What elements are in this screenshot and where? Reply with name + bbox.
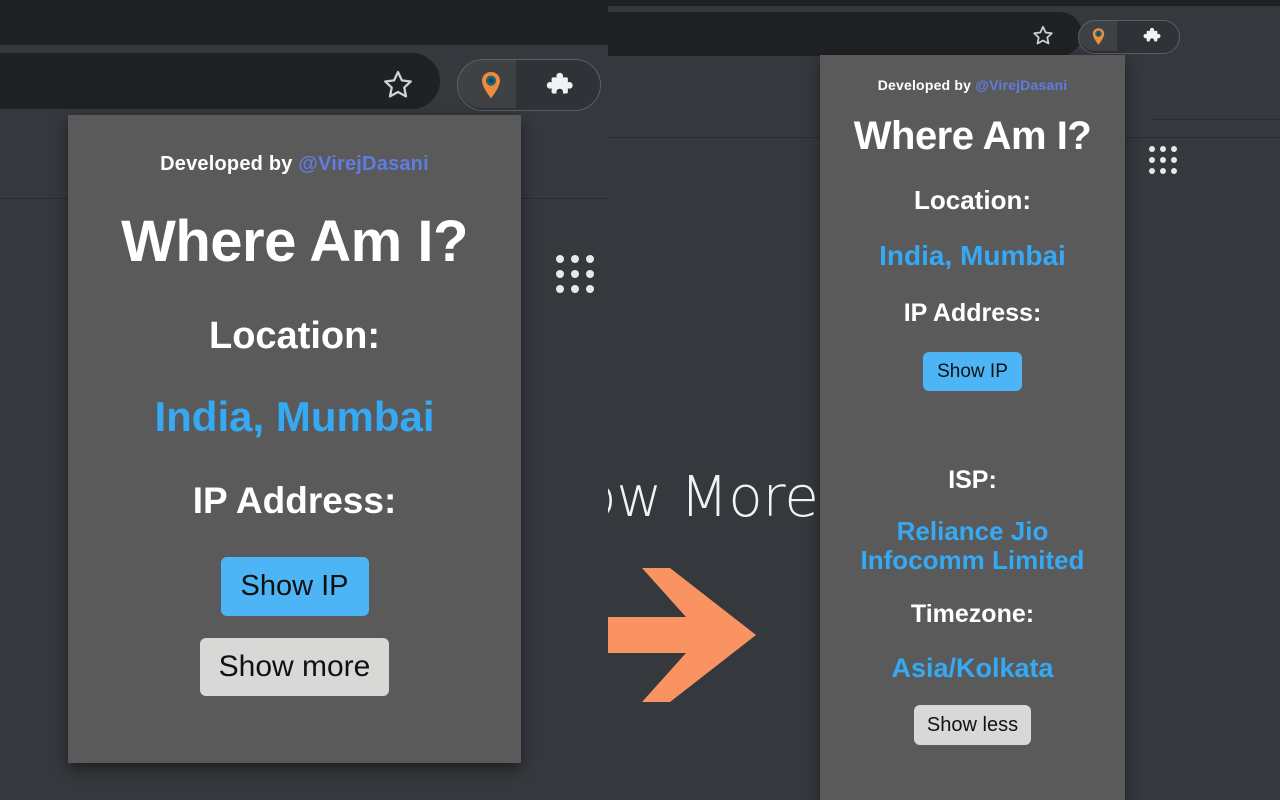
left-ip-label: IP Address: <box>192 480 397 522</box>
right-developer-handle-link[interactable]: @VirejDasani <box>975 77 1067 93</box>
right-window-toolbar <box>608 6 1280 60</box>
right-location-label: Location: <box>914 185 1031 215</box>
right-extension-popup: Developed by @VirejDasani Where Am I? Lo… <box>820 55 1125 800</box>
star-icon[interactable] <box>1032 24 1054 46</box>
apps-grid-icon[interactable] <box>1149 146 1177 174</box>
right-address-bar[interactable] <box>608 12 1082 56</box>
right-timezone-label: Timezone: <box>910 599 1035 628</box>
left-developed-by-prefix: Developed by <box>160 153 293 175</box>
puzzle-piece-icon[interactable] <box>1143 26 1164 47</box>
left-window-titlebar <box>0 0 608 45</box>
puzzle-piece-icon[interactable] <box>546 70 578 102</box>
right-developed-by: Developed by @VirejDasani <box>820 77 1125 93</box>
right-developed-by-prefix: Developed by <box>877 77 972 93</box>
left-toggle-details-button[interactable]: Show more <box>199 638 390 697</box>
right-popup-title: Where Am I? <box>853 114 1092 158</box>
left-window-toolbar <box>0 45 608 115</box>
star-icon[interactable] <box>382 68 414 100</box>
left-extension-popup: Developed by @VirejDasani Where Am I? Lo… <box>68 115 521 763</box>
right-ip-label: IP Address: <box>903 299 1042 328</box>
left-developed-by: Developed by @VirejDasani <box>68 153 521 176</box>
left-show-ip-button[interactable]: Show IP <box>220 557 369 617</box>
arrow-right-icon <box>590 560 760 710</box>
right-isp-value: Reliance Jio Infocomm Limited <box>860 516 1085 576</box>
right-location-value: India, Mumbai <box>879 240 1066 271</box>
location-pin-icon[interactable] <box>1089 27 1108 46</box>
right-show-ip-button[interactable]: Show IP <box>923 352 1022 392</box>
right-toggle-details-button[interactable]: Show less <box>913 704 1032 745</box>
left-location-value: India, Mumbai <box>154 393 435 440</box>
left-location-label: Location: <box>209 315 380 357</box>
right-timezone-value: Asia/Kolkata <box>891 652 1054 683</box>
right-page-divider-top <box>1152 119 1280 120</box>
location-pin-icon[interactable] <box>476 70 506 100</box>
left-address-bar[interactable] <box>0 53 440 109</box>
screenshot-canvas: Developed by @VirejDasani Where Am I? Lo… <box>0 0 1280 800</box>
apps-grid-icon[interactable] <box>556 255 594 293</box>
right-isp-label: ISP: <box>948 466 997 495</box>
left-developer-handle-link[interactable]: @VirejDasani <box>298 153 429 175</box>
left-popup-title: Where Am I? <box>121 209 468 274</box>
